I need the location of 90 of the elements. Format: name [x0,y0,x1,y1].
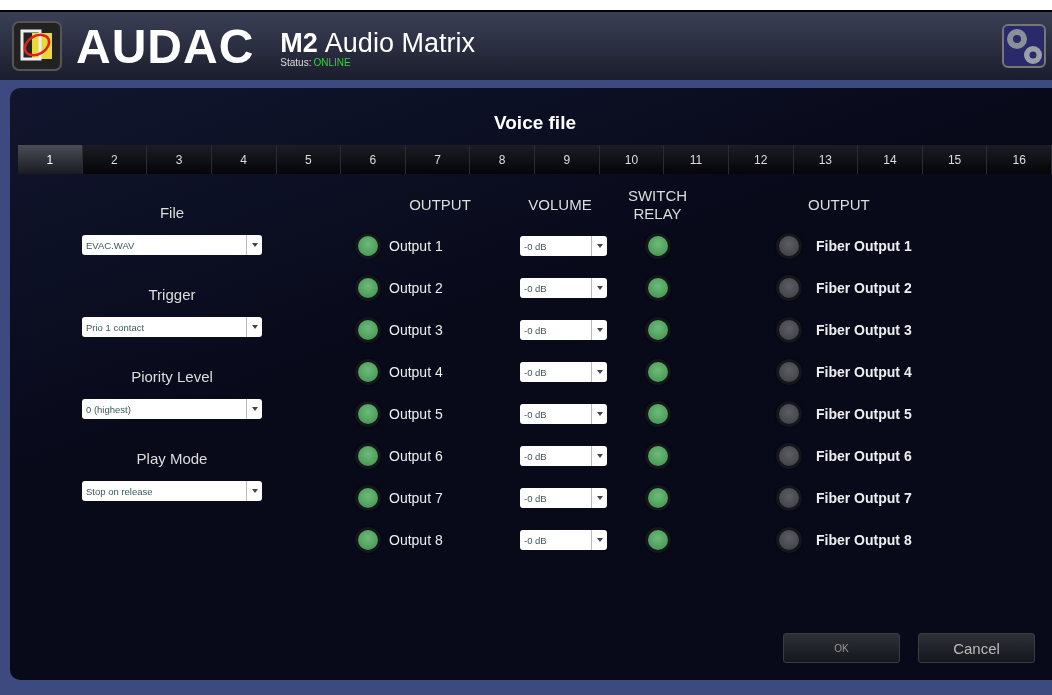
column-header: OUTPUT [408,194,472,215]
indicator-led[interactable] [644,401,671,427]
output-label: Output 8 [389,532,443,548]
tab[interactable]: 2 [82,145,148,174]
tab[interactable]: 7 [405,145,471,174]
dropdown[interactable]: -0 dB [520,278,607,298]
indicator-led[interactable] [644,359,671,385]
indicator-led[interactable] [644,485,671,511]
field-label: Trigger [148,285,196,305]
dropdown[interactable]: -0 dB [520,320,607,340]
tab[interactable]: 5 [276,145,342,174]
column-header: VOLUME [527,194,593,215]
output-label: Fiber Output 7 [816,490,912,506]
dropdown[interactable]: 0 (highest) [82,399,262,419]
dropdown[interactable]: Prio 1 contact [82,317,262,337]
indicator-led[interactable] [644,233,671,259]
field-label: File [159,203,185,223]
indicator-led[interactable] [355,359,381,385]
indicator-led[interactable] [355,443,381,469]
tab[interactable]: 4 [211,145,277,174]
caret-icon [596,454,603,458]
column-header: OUTPUT [807,194,871,215]
indicator-led[interactable] [355,401,381,427]
output-label: Output 7 [389,490,443,506]
product-name: Audio Matrix [324,28,475,58]
output-label: Fiber Output 2 [816,280,912,296]
indicator-led[interactable] [355,317,381,343]
tab[interactable]: 1 [18,145,83,174]
tab[interactable]: 9 [535,145,600,174]
dropdown[interactable]: Stop on release [82,481,262,501]
indicator-led[interactable] [355,527,381,553]
output-label: Fiber Output 4 [816,364,912,380]
output-label: Fiber Output 6 [816,448,912,464]
output-label: Output 6 [389,448,443,464]
caret-icon [251,325,258,329]
status-value: ONLINE [313,57,351,68]
dropdown[interactable]: -0 dB [520,404,607,424]
output-label: Fiber Output 5 [816,406,912,422]
tab[interactable]: 15 [922,145,988,174]
output-label: Fiber Output 3 [816,322,912,338]
caret-icon [596,328,603,332]
caret-icon [596,496,603,500]
indicator-led[interactable] [644,527,671,553]
field-label: Piority Level [131,367,213,387]
output-label: Output 2 [389,280,443,296]
caret-icon [596,538,603,542]
tab[interactable]: 3 [147,145,212,174]
ok-button[interactable]: OK [783,633,900,663]
logo-icon [12,21,62,71]
indicator-led[interactable] [355,485,381,511]
dropdown[interactable]: -0 dB [520,446,607,466]
caret-icon [251,243,258,247]
tab[interactable]: 14 [858,145,923,174]
caret-icon [251,489,258,493]
tab[interactable]: 16 [987,145,1052,174]
output-label: Fiber Output 8 [816,532,912,548]
output-label: Output 1 [389,238,443,254]
dropdown[interactable]: -0 dB [520,362,607,382]
caret-icon [251,407,258,411]
caret-icon [596,412,603,416]
settings-icon[interactable] [1002,24,1046,68]
dropdown[interactable]: -0 dB [520,530,607,550]
column-header: SWITCH RELAY [627,185,688,224]
output-label: Output 5 [389,406,443,422]
brand-name: AUDAC [76,18,255,74]
field-label: Play Mode [136,449,208,469]
indicator-led[interactable] [644,275,671,301]
indicator-led[interactable] [355,233,381,259]
dropdown[interactable]: -0 dB [520,236,607,256]
dropdown[interactable]: -0 dB [520,488,607,508]
dropdown[interactable]: EVAC.WAV [82,235,262,255]
cancel-button[interactable]: Cancel [918,633,1035,663]
tab[interactable]: 10 [599,145,665,174]
caret-icon [596,286,603,290]
tab[interactable]: 8 [470,145,535,174]
output-label: Output 4 [389,364,443,380]
tab[interactable]: 11 [664,145,729,174]
tab[interactable]: 6 [341,145,406,174]
tab[interactable]: 12 [728,145,794,174]
tab[interactable]: 13 [793,145,859,174]
output-label: Output 3 [389,322,443,338]
model-name: M2 [280,28,318,58]
indicator-led[interactable] [644,317,671,343]
status-label: Status: [280,57,312,68]
dialog-title: Voice file [494,112,576,135]
caret-icon [596,244,603,248]
indicator-led[interactable] [644,443,671,469]
output-label: Fiber Output 1 [816,238,912,254]
indicator-led[interactable] [355,275,381,301]
caret-icon [596,370,603,374]
